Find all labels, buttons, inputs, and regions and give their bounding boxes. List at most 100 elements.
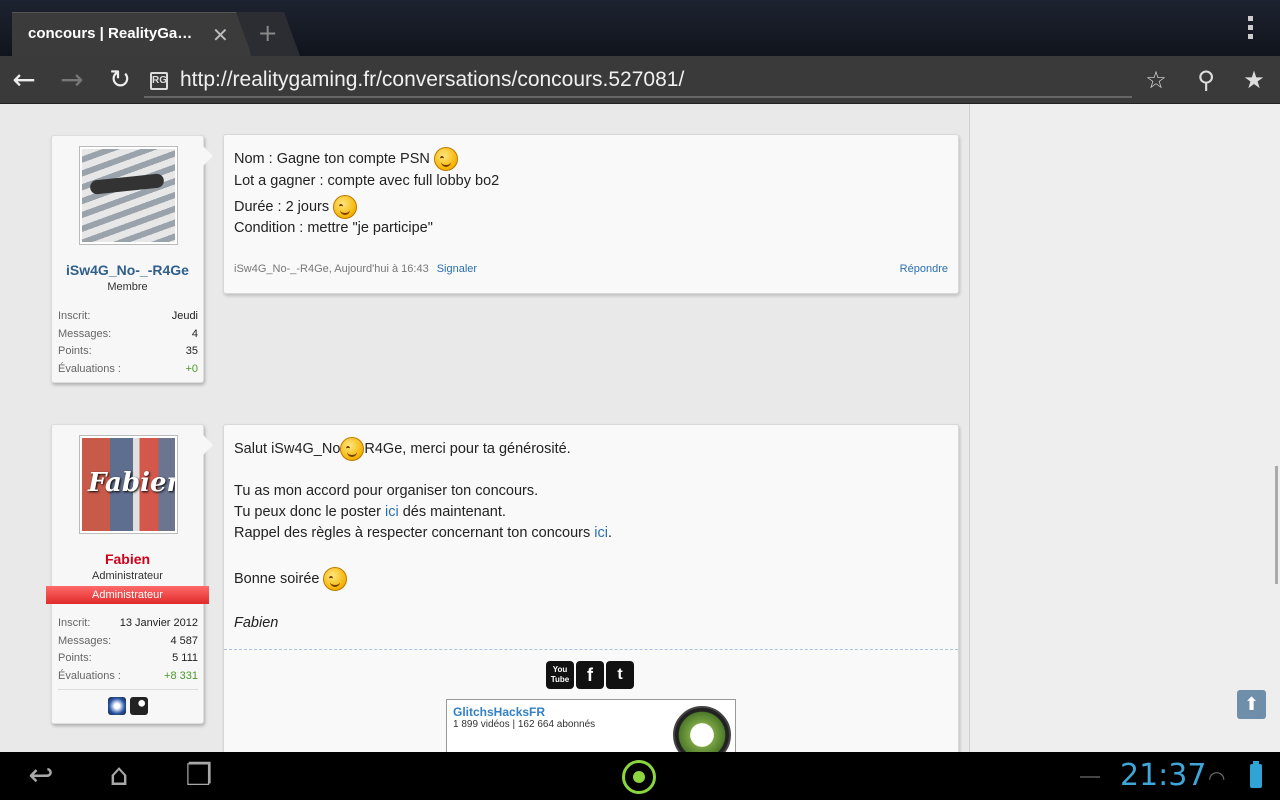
scrollbar[interactable] <box>1275 466 1278 584</box>
system-back-icon[interactable]: ↩ <box>20 760 62 792</box>
notification-dash <box>1080 776 1100 778</box>
message-line: Durée : 2 jours <box>234 195 358 219</box>
smile-icon <box>433 147 458 171</box>
message-meta: iSw4G_No-_-R4Ge, Aujourd'hui à 16:43 Sign… <box>234 263 477 275</box>
channel-name[interactable]: GlitchsHacksFR <box>453 705 545 719</box>
message-line: Bonne soirée <box>234 567 348 591</box>
twitter-icon[interactable]: t <box>606 661 634 689</box>
search-icon[interactable]: ⚲ <box>1192 66 1220 94</box>
social-links: You Tube f t <box>546 661 636 689</box>
message-line: Condition : mettre "je participe" <box>234 220 433 236</box>
post-user-info: Fabien Fabien Administrateur Administrat… <box>46 424 213 724</box>
wifi-icon: ◠ <box>1208 766 1226 790</box>
steam-icon[interactable] <box>129 697 148 715</box>
plus-icon: + <box>257 19 278 47</box>
smile-icon <box>333 195 358 219</box>
message-line: Tu as mon accord pour organiser ton conc… <box>234 483 539 499</box>
channel-logo-icon <box>673 706 731 752</box>
launcher-icon[interactable] <box>622 760 656 794</box>
user-title: Administrateur <box>92 570 163 582</box>
user-stats: Inscrit: Jeudi Messages: 4 Points: 35 Évalu… <box>58 310 198 380</box>
reload-icon[interactable]: ↻ <box>104 64 136 96</box>
stat-row: Évaluations : +0 <box>58 363 198 381</box>
avatar-image: Fabien <box>82 438 175 531</box>
report-link[interactable]: Signaler <box>437 263 477 275</box>
forward-arrow-icon[interactable]: → <box>56 64 88 96</box>
message-line: Rappel des règles à respecter concernant… <box>234 525 613 541</box>
role-badge: Administrateur <box>46 586 209 604</box>
message-line: Tu peux donc le poster ici dés maintenan… <box>234 504 506 520</box>
stat-value: +0 <box>185 362 198 375</box>
user-stats: Inscrit: 13 Janvier 2012 Messages: 4 587 P… <box>58 617 198 687</box>
stat-label: Évaluations : <box>58 669 121 682</box>
tab-title: concours | RealityGa… <box>28 25 193 42</box>
message-line: Nom : Gagne ton compte PSN <box>234 147 458 171</box>
stat-label: Points: <box>58 345 92 357</box>
facebook-icon[interactable]: f <box>576 661 604 689</box>
stat-label: Évaluations : <box>58 362 121 375</box>
scroll-to-top-button[interactable]: ⬆ <box>1237 690 1266 719</box>
post-author-date[interactable]: iSw4G_No-_-R4Ge, Aujourd'hui à 16:43 <box>234 263 429 275</box>
avatar-image <box>82 149 175 242</box>
message-post: Salut iSw4G_No R4Ge, merci pour ta généro… <box>223 424 959 752</box>
message-line: Lot a gagner : compte avec full lobby bo… <box>234 173 500 189</box>
stat-label: Messages: <box>58 327 112 340</box>
inline-link[interactable]: ici <box>385 504 399 520</box>
stat-row: Messages: 4 587 <box>58 635 198 653</box>
reply-link[interactable]: Répondre <box>900 263 948 275</box>
stat-row: Points: 35 <box>58 345 198 363</box>
web-page: iSw4G_No-_-R4Ge Membre Inscrit: Jeudi Mes… <box>0 104 1280 752</box>
user-badges <box>52 697 203 720</box>
home-icon[interactable]: ⌂ <box>98 760 140 792</box>
avatar-label: Fabien <box>88 468 175 498</box>
stat-label: Points: <box>58 652 92 664</box>
battery-icon <box>1250 761 1262 788</box>
recent-apps-icon[interactable]: ❐ <box>178 760 220 792</box>
stat-value: 35 <box>185 345 198 357</box>
youtube-channel-card[interactable]: GlitchsHacksFR 1 899 vidéos | 162 664 ab… <box>446 699 736 752</box>
clock[interactable]: 21:37 <box>1120 758 1206 793</box>
stat-value[interactable]: 4 <box>192 328 198 340</box>
username[interactable]: Fabien <box>52 551 203 567</box>
stat-row: Inscrit: 13 Janvier 2012 <box>58 617 198 635</box>
browser-toolbar: ← → ↻ RG http://realitygaming.fr/convers… <box>0 56 1280 104</box>
youtube-icon[interactable]: You Tube <box>546 661 574 689</box>
sidebar-column <box>969 104 1280 752</box>
stat-value[interactable]: 4 587 <box>170 635 198 647</box>
new-tab-button[interactable]: + <box>235 12 301 56</box>
site-favicon-icon: RG <box>150 72 168 90</box>
back-arrow-icon[interactable]: ← <box>8 64 40 96</box>
psn-icon[interactable] <box>107 697 126 715</box>
stat-row: Inscrit: Jeudi <box>58 310 198 328</box>
post-user-info: iSw4G_No-_-R4Ge Membre Inscrit: Jeudi Mes… <box>51 135 213 383</box>
stat-row: Messages: 4 <box>58 328 198 346</box>
message-line: Fabien <box>234 615 279 631</box>
inline-link[interactable]: ici <box>594 525 608 541</box>
url-field[interactable]: RG http://realitygaming.fr/conversations… <box>144 64 1132 98</box>
browser-tab-bar: concours | RealityGa… ✕ + <box>0 0 1280 57</box>
avatar[interactable]: Fabien <box>79 435 178 534</box>
overflow-menu-icon[interactable] <box>1248 16 1254 42</box>
channel-stats: 1 899 vidéos | 162 664 abonnés <box>453 719 596 730</box>
tablet-screen: concours | RealityGa… ✕ + ← → ↻ RG http:… <box>0 0 1280 800</box>
message-line: Salut iSw4G_No R4Ge, merci pour ta généro… <box>234 437 571 461</box>
stat-label: Inscrit: <box>58 310 91 322</box>
system-navigation-bar: ↩ ⌂ ❐ 21:37 ◠ <box>0 752 1280 800</box>
stat-row: Points: 5 111 <box>58 652 198 670</box>
message-post: Nom : Gagne ton compte PSN Lot a gagner … <box>223 134 959 294</box>
avatar[interactable] <box>79 146 178 245</box>
stat-value: Jeudi <box>171 310 198 322</box>
star-icon[interactable]: ☆ <box>1142 66 1170 94</box>
signature-divider <box>224 649 958 650</box>
url-text[interactable]: http://realitygaming.fr/conversations/co… <box>180 68 684 92</box>
user-title: Membre <box>107 281 148 293</box>
stat-row: Évaluations : +8 331 <box>58 670 198 688</box>
stat-label: Messages: <box>58 634 112 647</box>
tab-close-icon[interactable]: ✕ <box>212 23 229 47</box>
wink-smiley-icon <box>323 567 348 591</box>
username[interactable]: iSw4G_No-_-R4Ge <box>52 262 203 278</box>
browser-tab-active[interactable]: concours | RealityGa… ✕ <box>12 12 252 57</box>
stat-value: +8 331 <box>164 669 198 682</box>
stat-value: 5 111 <box>172 652 198 664</box>
bookmarks-icon[interactable]: ★ <box>1240 66 1268 94</box>
